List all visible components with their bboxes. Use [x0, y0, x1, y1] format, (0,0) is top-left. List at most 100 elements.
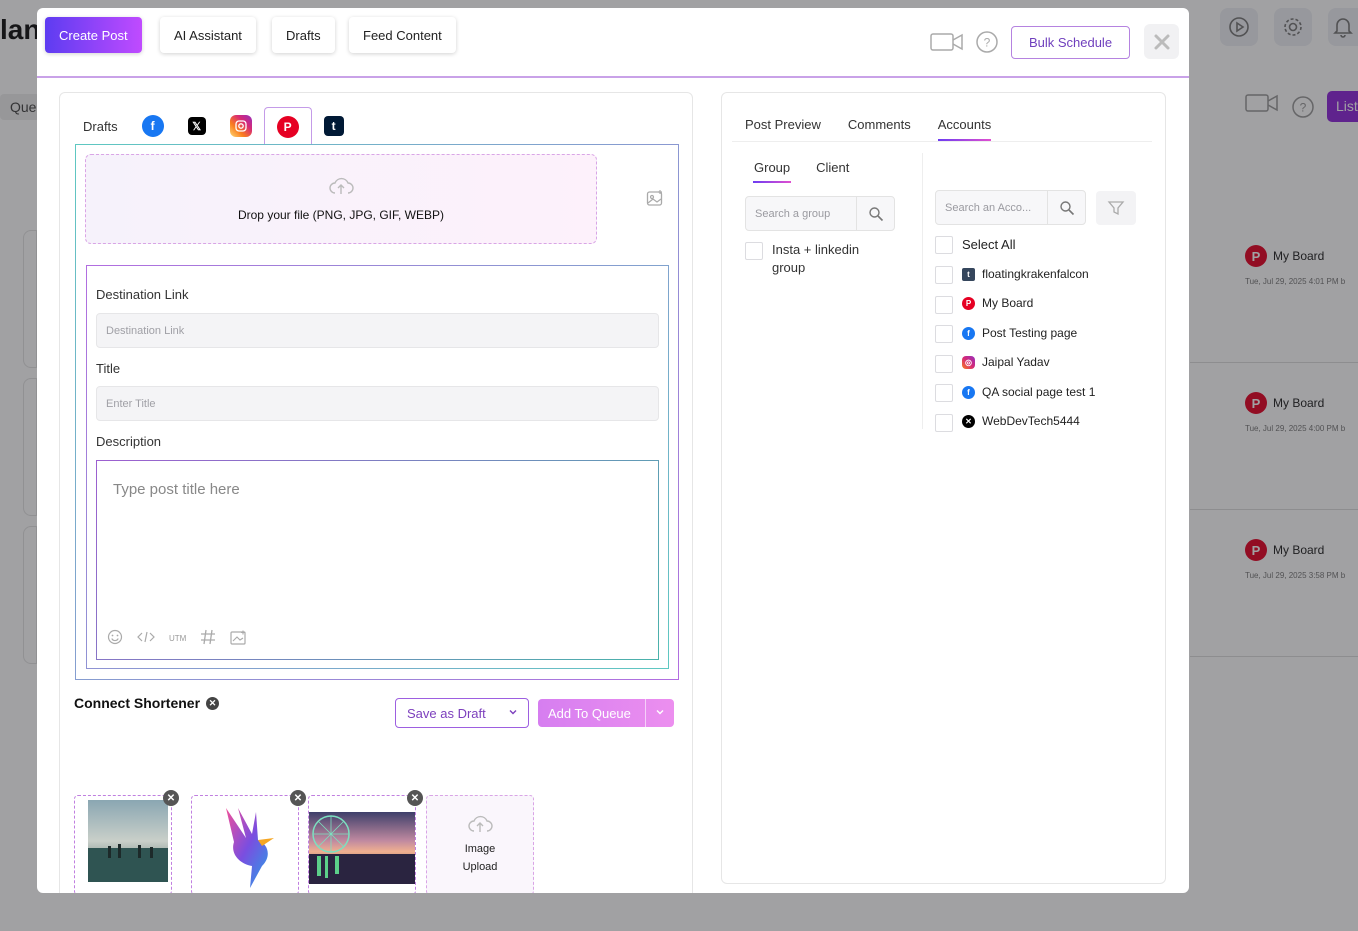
account-item[interactable]: f Post Testing page [962, 326, 1077, 340]
tab-post-preview[interactable]: Post Preview [745, 117, 821, 132]
account-checkbox[interactable] [935, 266, 953, 284]
file-dropzone[interactable]: Drop your file (PNG, JPG, GIF, WEBP) [85, 154, 597, 244]
utm-icon[interactable]: UTM [169, 634, 186, 643]
remove-image-icon[interactable]: ✕ [290, 790, 306, 806]
hashtag-icon[interactable] [200, 629, 216, 648]
tab-create-post[interactable]: Create Post [45, 17, 142, 53]
destination-link-input[interactable]: Destination Link [96, 313, 659, 348]
divider [922, 153, 923, 429]
account-search-input[interactable]: Search an Acco... [935, 190, 1086, 225]
accounts-panel: Post Preview Comments Accounts Group Cli… [721, 92, 1166, 884]
create-post-modal: Create Post AI Assistant Drafts Feed Con… [37, 8, 1189, 893]
group-checkbox[interactable] [745, 242, 763, 260]
account-item[interactable]: ✕ WebDevTech5444 [962, 414, 1080, 428]
search-icon[interactable] [856, 197, 894, 230]
emoji-icon[interactable] [107, 629, 123, 648]
title-label: Title [96, 361, 121, 376]
ferris-wheel-photo-image [309, 812, 415, 884]
search-icon[interactable] [1047, 191, 1085, 224]
close-modal-button[interactable] [1144, 24, 1179, 59]
image-upload-label-line2: Upload [462, 861, 498, 873]
beach-photo-image [88, 800, 168, 882]
chevron-down-icon[interactable] [507, 706, 519, 721]
account-name: Post Testing page [982, 326, 1078, 340]
save-as-draft-button[interactable]: Save as Draft [395, 698, 529, 728]
title-input[interactable]: Enter Title [96, 386, 659, 421]
uploaded-image-thumbnail[interactable]: ✕ [191, 790, 306, 893]
modal-header: Create Post AI Assistant Drafts Feed Con… [37, 8, 1189, 78]
instagram-icon: ◎ [962, 355, 975, 369]
svg-text:?: ? [984, 36, 991, 50]
account-name: My Board [982, 296, 1034, 310]
description-editor[interactable]: Type post title here UTM [96, 460, 659, 660]
save-as-draft-label: Save as Draft [407, 705, 486, 721]
cloud-upload-icon [328, 177, 354, 200]
remove-image-icon[interactable]: ✕ [407, 790, 423, 806]
image-upload-label-line1: Image [464, 843, 496, 855]
chevron-down-icon[interactable] [654, 706, 666, 721]
button-divider [645, 699, 646, 727]
select-all-checkbox[interactable] [935, 236, 953, 254]
help-icon[interactable]: ? [975, 30, 999, 54]
tab-accounts[interactable]: Accounts [937, 117, 992, 141]
tab-ai-assistant[interactable]: AI Assistant [160, 17, 256, 53]
description-placeholder: Type post title here [113, 481, 240, 498]
bird-logo-image [226, 808, 274, 888]
add-image-icon[interactable] [646, 189, 664, 212]
tab-platform-instagram[interactable] [218, 107, 264, 145]
tab-platform-facebook[interactable]: f [130, 107, 176, 145]
uploaded-image-thumbnail[interactable]: ✕ [74, 790, 179, 893]
cloud-upload-icon [467, 814, 493, 840]
account-item[interactable]: f QA social page test 1 [962, 385, 1095, 399]
tab-platform-tumblr[interactable]: t [312, 107, 356, 145]
group-name: Insta + linkedin group [772, 242, 860, 275]
account-name: QA social page test 1 [982, 385, 1096, 399]
video-camera-icon[interactable] [930, 31, 964, 53]
remove-shortener-icon[interactable]: ✕ [206, 696, 220, 710]
account-item[interactable]: ◎ Jaipal Yadav [962, 355, 1050, 369]
account-checkbox[interactable] [935, 414, 953, 432]
tab-group[interactable]: Group [752, 160, 792, 183]
account-checkbox[interactable] [935, 325, 953, 343]
pinterest-icon: P [962, 296, 975, 310]
tumblr-icon: t [962, 267, 975, 281]
group-client-tabs: Group Client [752, 160, 849, 183]
connect-shortener[interactable]: Connect Shortener ✕ [74, 695, 220, 711]
tab-drafts[interactable]: Drafts [272, 17, 335, 53]
filter-button[interactable] [1096, 191, 1136, 225]
pinterest-icon: P [276, 115, 299, 138]
account-item[interactable]: t floatingkrakenfalcon [962, 267, 1089, 281]
tab-platform-pinterest[interactable]: P [263, 107, 312, 145]
tab-client[interactable]: Client [816, 160, 849, 175]
add-to-queue-button[interactable]: Add To Queue [538, 699, 674, 727]
image-upload-button[interactable]: Image Upload [426, 795, 534, 893]
tab-platform-x[interactable]: 𝕏 [176, 107, 218, 145]
tab-platform-drafts[interactable]: Drafts [70, 107, 130, 145]
editor-toolbar: UTM [107, 629, 247, 648]
x-icon: 𝕏 [187, 117, 206, 135]
close-icon [1154, 34, 1169, 49]
filter-icon [1107, 201, 1125, 216]
platform-tabs: Drafts f 𝕏 P t [70, 107, 356, 145]
account-checkbox[interactable] [935, 355, 953, 373]
account-search-placeholder: Search an Acco... [945, 201, 1032, 214]
code-icon[interactable] [137, 630, 155, 647]
tab-comments[interactable]: Comments [848, 117, 911, 132]
account-name: Jaipal Yadav [982, 355, 1050, 369]
account-checkbox[interactable] [935, 296, 953, 314]
account-item[interactable]: P My Board [962, 296, 1033, 310]
facebook-icon: f [962, 326, 975, 340]
group-search-input[interactable]: Search a group [745, 196, 895, 231]
connect-shortener-label: Connect Shortener [74, 695, 201, 711]
select-all-label: Select All [962, 237, 1016, 252]
divider [732, 141, 1152, 142]
x-icon: ✕ [962, 414, 975, 428]
uploaded-image-thumbnail[interactable]: ✕ [308, 790, 423, 893]
right-panel-tabs: Post Preview Comments Accounts [745, 117, 992, 141]
media-library-icon[interactable] [230, 630, 247, 648]
account-checkbox[interactable] [935, 384, 953, 402]
bulk-schedule-button[interactable]: Bulk Schedule [1011, 26, 1130, 59]
pinterest-post-form: Drop your file (PNG, JPG, GIF, WEBP) Des… [75, 144, 679, 680]
remove-image-icon[interactable]: ✕ [163, 790, 179, 806]
tab-feed-content[interactable]: Feed Content [349, 17, 456, 53]
